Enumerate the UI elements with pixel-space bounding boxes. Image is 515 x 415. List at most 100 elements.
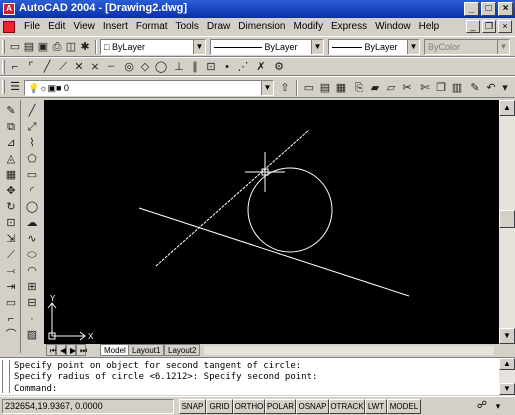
snap-tangent-icon[interactable]: ◯ (154, 60, 168, 74)
menu-view[interactable]: View (69, 21, 99, 32)
revcloud-icon[interactable]: ☁ (25, 216, 39, 230)
communication-center-icon[interactable]: ☍ (476, 400, 488, 412)
snap-node-icon[interactable]: • (220, 60, 234, 74)
scale-icon[interactable]: ⊡ (4, 216, 18, 230)
close-button[interactable]: × (498, 2, 513, 16)
copy-icon[interactable]: ▤ (318, 81, 332, 95)
move-icon[interactable]: ✥ (4, 184, 18, 198)
menu-help[interactable]: Help (415, 21, 444, 32)
construction-line-icon[interactable]: ⤢ (25, 120, 39, 134)
snap-apparent-icon[interactable]: ⨯ (88, 60, 102, 74)
circle-icon[interactable]: ◯ (25, 200, 39, 214)
command-grip[interactable] (2, 360, 10, 393)
menu-edit[interactable]: Edit (44, 21, 69, 32)
offset-icon[interactable]: ◬ (4, 152, 18, 166)
status-menu-icon[interactable]: ▾ (492, 400, 504, 412)
minimize-button[interactable]: _ (464, 2, 479, 16)
lineweight-combo[interactable]: ByLayer ▼ (328, 39, 420, 55)
line-icon[interactable]: ╱ (25, 104, 39, 118)
redo-icon[interactable]: ▱ (384, 81, 398, 95)
chevron-down-icon[interactable]: ▼ (407, 40, 419, 54)
line-segment-1[interactable] (138, 207, 410, 297)
linetype-combo[interactable]: ByLayer ▼ (210, 39, 324, 55)
snap-toggle[interactable]: SNAP (179, 399, 206, 414)
cmd-scroll-up-icon[interactable]: ▲ (499, 358, 515, 370)
scroll-down-icon[interactable]: ▼ (499, 328, 515, 344)
rotate-icon[interactable]: ↻ (4, 200, 18, 214)
cut-icon[interactable]: ▭ (302, 81, 316, 95)
erase-icon[interactable]: ✎ (4, 104, 18, 118)
tangent-circle[interactable] (247, 167, 333, 253)
layer-manager-icon[interactable]: ☰ (8, 80, 22, 94)
layer-combo[interactable]: □ ByLayer ▼ (100, 39, 206, 55)
preview-icon[interactable]: ◫ (64, 40, 78, 54)
scissors-icon[interactable]: ✄ (418, 81, 432, 95)
tab-layout1[interactable]: Layout1 (128, 344, 165, 356)
break-icon[interactable]: ▭ (4, 296, 18, 310)
model-toggle[interactable]: MODEL (387, 399, 421, 414)
drawing-canvas[interactable]: Y X (44, 100, 499, 344)
paste-icon[interactable]: ▦ (334, 81, 348, 95)
doc-close-button[interactable]: × (498, 20, 512, 33)
snap-insert-icon[interactable]: ⊡ (204, 60, 218, 74)
lengthen-icon[interactable]: ⟋ (4, 248, 18, 262)
snap-perpendicular-icon[interactable]: ⊥ (172, 60, 186, 74)
polyline-icon[interactable]: ⌇ (25, 136, 39, 150)
extend-icon[interactable]: ⇥ (4, 280, 18, 294)
array-icon[interactable]: ▦ (4, 168, 18, 182)
grid-toggle[interactable]: GRID (206, 399, 233, 414)
print-icon[interactable]: ⎙ (50, 40, 64, 54)
tab-model[interactable]: Model (100, 344, 130, 356)
point-icon[interactable]: · (25, 312, 39, 326)
osnap-toggle[interactable]: OSNAP (296, 399, 329, 414)
chevron-down-icon[interactable]: ▼ (311, 40, 323, 54)
toolbar-grip[interactable] (2, 80, 5, 94)
doc-restore-button[interactable]: ❐ (482, 20, 496, 33)
spline-icon[interactable]: ∿ (25, 232, 39, 246)
ortho-toggle[interactable]: ORTHO (233, 399, 265, 414)
make-layer-current-icon[interactable]: ⇧ (278, 81, 292, 95)
menu-express[interactable]: Express (327, 21, 371, 32)
undo-arrow-icon[interactable]: ↶ (484, 81, 498, 95)
chevron-down-icon[interactable]: ▼ (193, 40, 205, 54)
document-icon[interactable] (3, 21, 15, 33)
command-window[interactable]: Specify point on object for second tange… (0, 357, 515, 396)
tab-layout2[interactable]: Layout2 (164, 344, 201, 356)
tab-last-icon[interactable]: ⏭ (76, 344, 87, 356)
menu-window[interactable]: Window (371, 21, 415, 32)
scroll-up-icon[interactable]: ▲ (499, 100, 515, 116)
insert-block-icon[interactable]: ⊞ (25, 280, 39, 294)
polygon-icon[interactable]: ⬠ (25, 152, 39, 166)
tab-prev-icon[interactable]: ◀ (56, 344, 66, 356)
menu-dimension[interactable]: Dimension (234, 21, 289, 32)
menu-draw[interactable]: Draw (203, 21, 234, 32)
save-icon[interactable]: ▣ (36, 40, 50, 54)
ellipse-icon[interactable]: ⬭ (25, 248, 39, 262)
lwt-toggle[interactable]: LWT (365, 399, 387, 414)
command-scrollbar[interactable]: ▲ ▼ (499, 358, 515, 396)
doc-minimize-button[interactable]: _ (466, 20, 480, 33)
chamfer-icon[interactable]: ⌐ (4, 312, 18, 326)
menu-file[interactable]: File (20, 21, 44, 32)
command-prompt[interactable]: Command: (14, 384, 57, 394)
snap-from-icon[interactable]: ⌜ (24, 60, 38, 74)
toolbar-grip[interactable] (2, 40, 5, 54)
copy-object-icon[interactable]: ⧉ (4, 120, 18, 134)
snap-parallel-icon[interactable]: ∥ (188, 60, 202, 74)
publish-icon[interactable]: ✱ (78, 40, 92, 54)
snap-none-icon[interactable]: ✗ (254, 60, 268, 74)
chevron-down-icon[interactable]: ▼ (497, 40, 509, 54)
polar-toggle[interactable]: POLAR (265, 399, 296, 414)
temp-track-icon[interactable]: ⌐ (8, 60, 22, 74)
pan-icon[interactable]: ✂ (400, 81, 414, 95)
hatch-icon[interactable]: ▨ (25, 328, 39, 342)
snap-extension-icon[interactable]: ┄ (104, 60, 118, 74)
match-properties-icon[interactable]: ⎘ (352, 81, 366, 95)
rectangle-icon[interactable]: ▭ (25, 168, 39, 182)
coordinate-display[interactable]: 232654,19.9367, 0.0000 (2, 399, 174, 414)
menu-tools[interactable]: Tools (172, 21, 203, 32)
brush-icon[interactable]: ✎ (468, 81, 482, 95)
arc-icon[interactable]: ◜ (25, 184, 39, 198)
cmd-scroll-down-icon[interactable]: ▼ (499, 383, 515, 395)
mirror-icon[interactable]: ⊿ (4, 136, 18, 150)
